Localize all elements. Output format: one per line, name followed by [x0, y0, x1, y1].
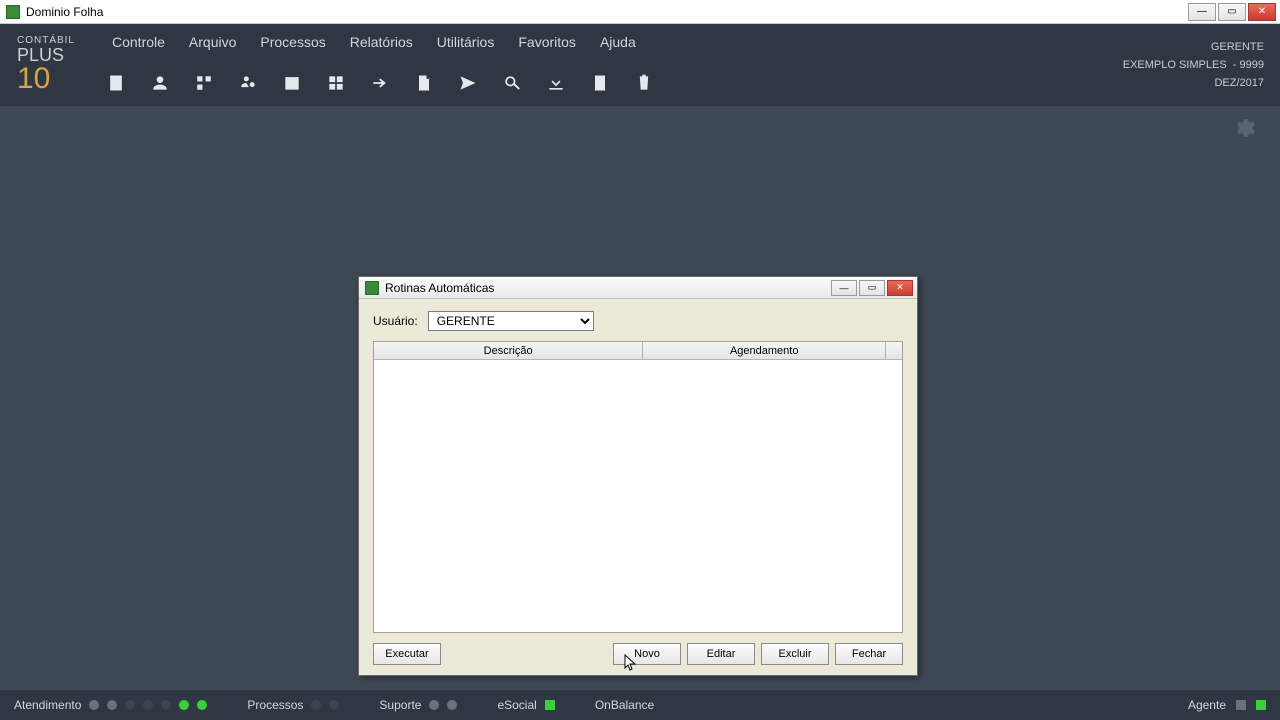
tool-download-icon[interactable] — [540, 67, 572, 99]
tool-building-icon[interactable] — [100, 67, 132, 99]
novo-button[interactable]: Novo — [613, 643, 681, 665]
tool-grid-icon[interactable] — [320, 67, 352, 99]
gear-icon[interactable] — [1232, 116, 1256, 140]
col-spacer — [886, 342, 902, 359]
rotinas-automaticas-dialog: Rotinas Automáticas — ▭ ✕ Usuário: GEREN… — [358, 276, 918, 676]
workspace: Rotinas Automáticas — ▭ ✕ Usuário: GEREN… — [0, 106, 1280, 690]
outer-maximize-button[interactable]: ▭ — [1218, 3, 1246, 21]
tool-plane-icon[interactable] — [452, 67, 484, 99]
app-icon — [6, 5, 20, 19]
tool-document-icon[interactable] — [408, 67, 440, 99]
menu-bar: Controle Arquivo Processos Relatórios Ut… — [92, 24, 1120, 60]
tool-trash-icon[interactable] — [628, 67, 660, 99]
tool-search-icon[interactable] — [496, 67, 528, 99]
tool-person-icon[interactable] — [144, 67, 176, 99]
user-block: GERENTE EXEMPLO SIMPLES - 9999 DEZ/2017 — [1120, 24, 1280, 106]
menu-arquivo[interactable]: Arquivo — [177, 28, 248, 56]
excluir-button[interactable]: Excluir — [761, 643, 829, 665]
toolbar — [92, 60, 1120, 106]
user-company-row: EXEMPLO SIMPLES - 9999 — [1123, 59, 1264, 71]
dialog-icon — [365, 281, 379, 295]
dialog-minimize-button[interactable]: — — [831, 280, 857, 296]
dialog-title: Rotinas Automáticas — [385, 281, 494, 295]
dialog-titlebar[interactable]: Rotinas Automáticas — ▭ ✕ — [359, 277, 917, 299]
menu-ajuda[interactable]: Ajuda — [588, 28, 648, 56]
status-atendimento[interactable]: Atendimento — [14, 698, 207, 712]
menu-favoritos[interactable]: Favoritos — [506, 28, 588, 56]
col-agendamento[interactable]: Agendamento — [643, 342, 886, 359]
user-role: GERENTE — [1211, 41, 1264, 53]
status-processos[interactable]: Processos — [247, 698, 339, 712]
dialog-maximize-button[interactable]: ▭ — [859, 280, 885, 296]
menu-processos[interactable]: Processos — [248, 28, 337, 56]
tool-person-search-icon[interactable] — [232, 67, 264, 99]
user-select[interactable]: GERENTE — [428, 311, 594, 331]
logo: CONTÁBIL PLUS 10 — [0, 24, 92, 106]
outer-window-title: Dominio Folha — [26, 5, 103, 19]
menu-controle[interactable]: Controle — [100, 28, 177, 56]
executar-button[interactable]: Executar — [373, 643, 441, 665]
outer-window-titlebar: Dominio Folha — ▭ ✕ — [0, 0, 1280, 24]
tool-arrow-right-icon[interactable] — [364, 67, 396, 99]
menu-relatorios[interactable]: Relatórios — [338, 28, 425, 56]
app-header: CONTÁBIL PLUS 10 Controle Arquivo Proces… — [0, 24, 1280, 106]
user-period: DEZ/2017 — [1214, 77, 1264, 89]
menu-utilitarios[interactable]: Utilitários — [425, 28, 507, 56]
status-esocial[interactable]: eSocial — [497, 698, 554, 712]
fechar-button[interactable]: Fechar — [835, 643, 903, 665]
logo-line3: 10 — [17, 64, 75, 94]
outer-minimize-button[interactable]: — — [1188, 3, 1216, 21]
col-descricao[interactable]: Descrição — [374, 342, 643, 359]
routines-grid[interactable]: Descrição Agendamento — [373, 341, 903, 633]
user-label: Usuário: — [373, 314, 418, 328]
grid-body — [374, 360, 902, 632]
grid-header: Descrição Agendamento — [374, 342, 902, 360]
tool-calculator-icon[interactable] — [584, 67, 616, 99]
status-suporte[interactable]: Suporte — [379, 698, 457, 712]
status-bar: Atendimento Processos Suporte eSocial On… — [0, 690, 1280, 720]
tool-calendar-icon[interactable] — [276, 67, 308, 99]
status-onbalance[interactable]: OnBalance — [595, 698, 654, 712]
status-agente[interactable]: Agente — [1188, 698, 1266, 712]
editar-button[interactable]: Editar — [687, 643, 755, 665]
tool-network-icon[interactable] — [188, 67, 220, 99]
dialog-close-button[interactable]: ✕ — [887, 280, 913, 296]
outer-close-button[interactable]: ✕ — [1248, 3, 1276, 21]
